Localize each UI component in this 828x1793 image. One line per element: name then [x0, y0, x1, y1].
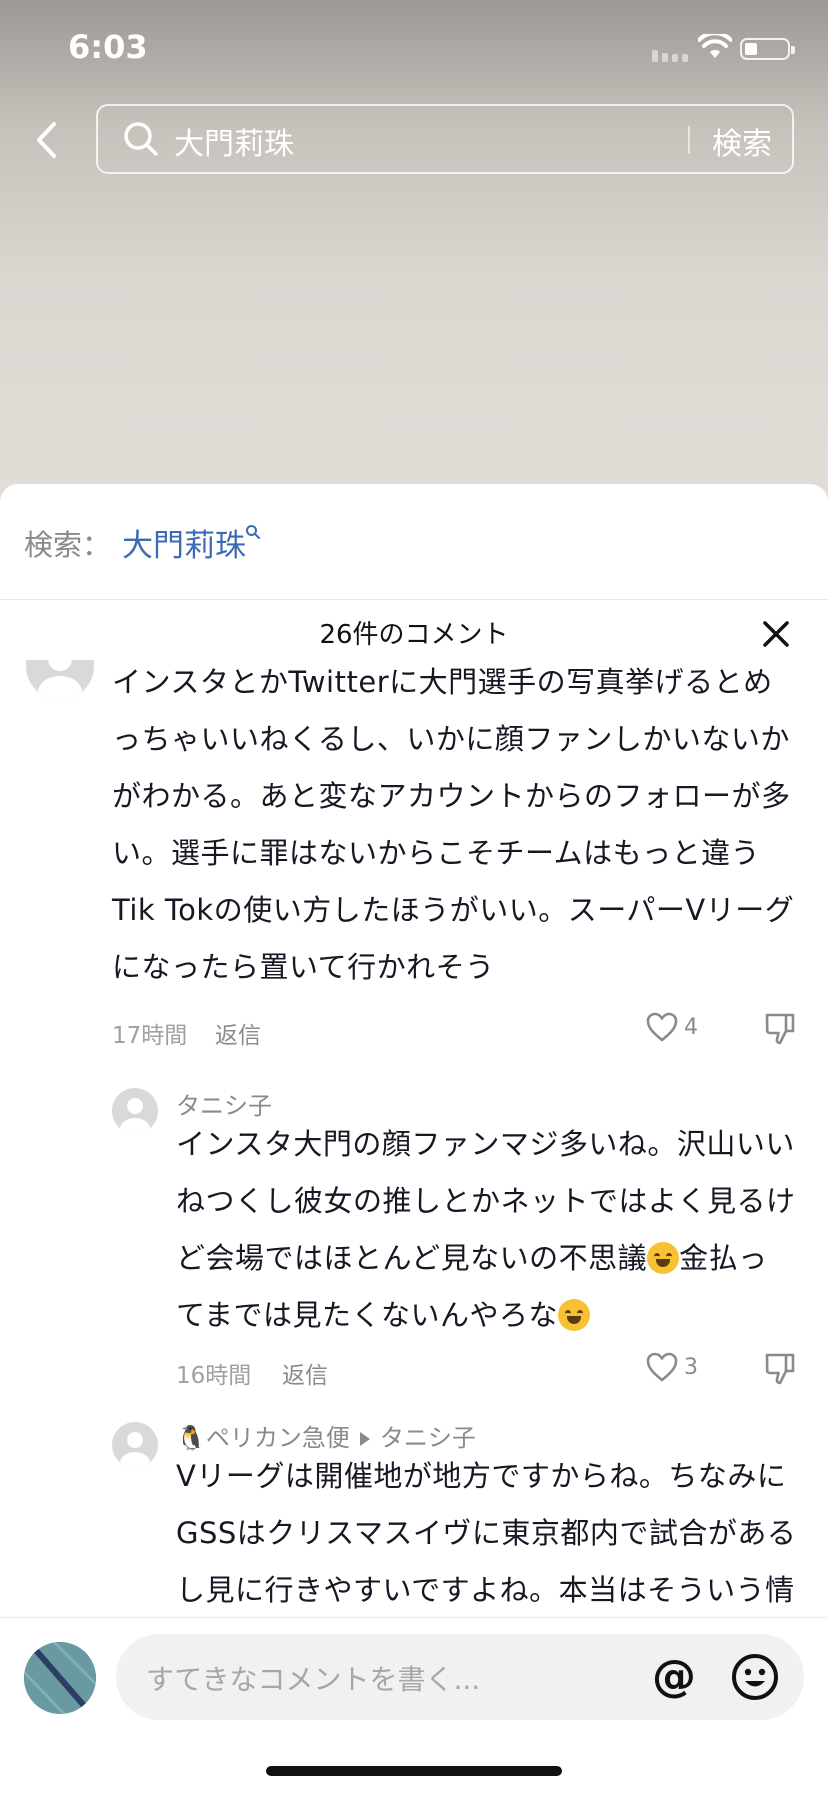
- related-search-link[interactable]: 大門莉珠: [122, 520, 246, 565]
- smiley-icon: [732, 1654, 778, 1700]
- search-icon: [122, 120, 160, 162]
- laughing-tears-emoji-icon: [647, 1242, 680, 1274]
- reply-arrow-icon: [359, 1432, 370, 1446]
- cellular-signal-icon: [652, 50, 688, 62]
- close-icon: [763, 621, 789, 647]
- comment-text: インスタ大門の顔ファンマジ多いね。沢山いい ねつくし彼女の推しとかネットではよく…: [176, 1127, 796, 1332]
- like-button[interactable]: 4: [646, 1012, 698, 1042]
- like-count: 4: [684, 1014, 698, 1040]
- comments-panel: 検索： 大門莉珠 26件のコメント インスタとかTwitterに大門選手の写真挙…: [0, 484, 828, 1792]
- related-search-label: 検索：: [24, 528, 112, 562]
- wifi-icon: [698, 34, 732, 58]
- close-comments-button[interactable]: [754, 612, 798, 656]
- comments-header: 26件のコメント: [0, 600, 828, 660]
- like-button[interactable]: 3: [646, 1352, 698, 1382]
- my-avatar: [24, 1642, 96, 1714]
- search-divider: [688, 126, 690, 154]
- search-submit-button[interactable]: 検索: [712, 119, 772, 163]
- comment-time: 16時間: [176, 1363, 252, 1389]
- comment-input-bar: すてきなコメントを書く... @: [0, 1617, 828, 1793]
- dislike-button[interactable]: [764, 1352, 796, 1390]
- small-search-icon: [246, 525, 260, 539]
- avatar[interactable]: [112, 1422, 158, 1468]
- status-bar: 6:03: [0, 0, 828, 100]
- chevron-left-icon: [37, 122, 56, 158]
- related-search-row: 検索： 大門莉珠: [0, 484, 828, 600]
- comments-list[interactable]: インスタとかTwitterに大門選手の写真挙げるとめ っちゃいいねくるし、いかに…: [0, 660, 828, 1780]
- thumbs-down-icon: [765, 1013, 795, 1045]
- grinning-sweat-emoji-icon: [558, 1299, 591, 1331]
- battery-icon: [740, 38, 795, 60]
- status-time: 6:03: [68, 28, 148, 66]
- comments-count: 26件のコメント: [319, 620, 509, 650]
- comment-text: Vリーグは開催地が地方ですからね。ちなみに GSSはクリスマスイヴに東京都内で試…: [176, 1459, 797, 1607]
- comment-input[interactable]: すてきなコメントを書く... @: [116, 1634, 804, 1720]
- avatar[interactable]: [112, 1088, 158, 1134]
- comment-input-placeholder: すてきなコメントを書く...: [146, 1663, 481, 1696]
- thumbs-down-icon: [765, 1353, 795, 1385]
- dislike-button[interactable]: [764, 1012, 796, 1050]
- avatar[interactable]: [26, 660, 94, 700]
- back-button[interactable]: [24, 112, 68, 168]
- mention-button[interactable]: @: [652, 1650, 696, 1704]
- like-count: 3: [684, 1354, 698, 1380]
- search-bar[interactable]: 大門莉珠 検索: [96, 104, 794, 174]
- reply-button[interactable]: 返信: [215, 1016, 261, 1050]
- comment-time: 17時間: [112, 1023, 188, 1049]
- search-input[interactable]: 大門莉珠: [174, 119, 294, 163]
- home-indicator: [266, 1766, 562, 1776]
- emoji-button[interactable]: [730, 1652, 780, 1706]
- heart-icon: [646, 1352, 678, 1382]
- comment-text: インスタとかTwitterに大門選手の写真挙げるとめ っちゃいいねくるし、いかに…: [112, 665, 795, 984]
- reply-button[interactable]: 返信: [282, 1356, 328, 1390]
- heart-icon: [646, 1012, 678, 1042]
